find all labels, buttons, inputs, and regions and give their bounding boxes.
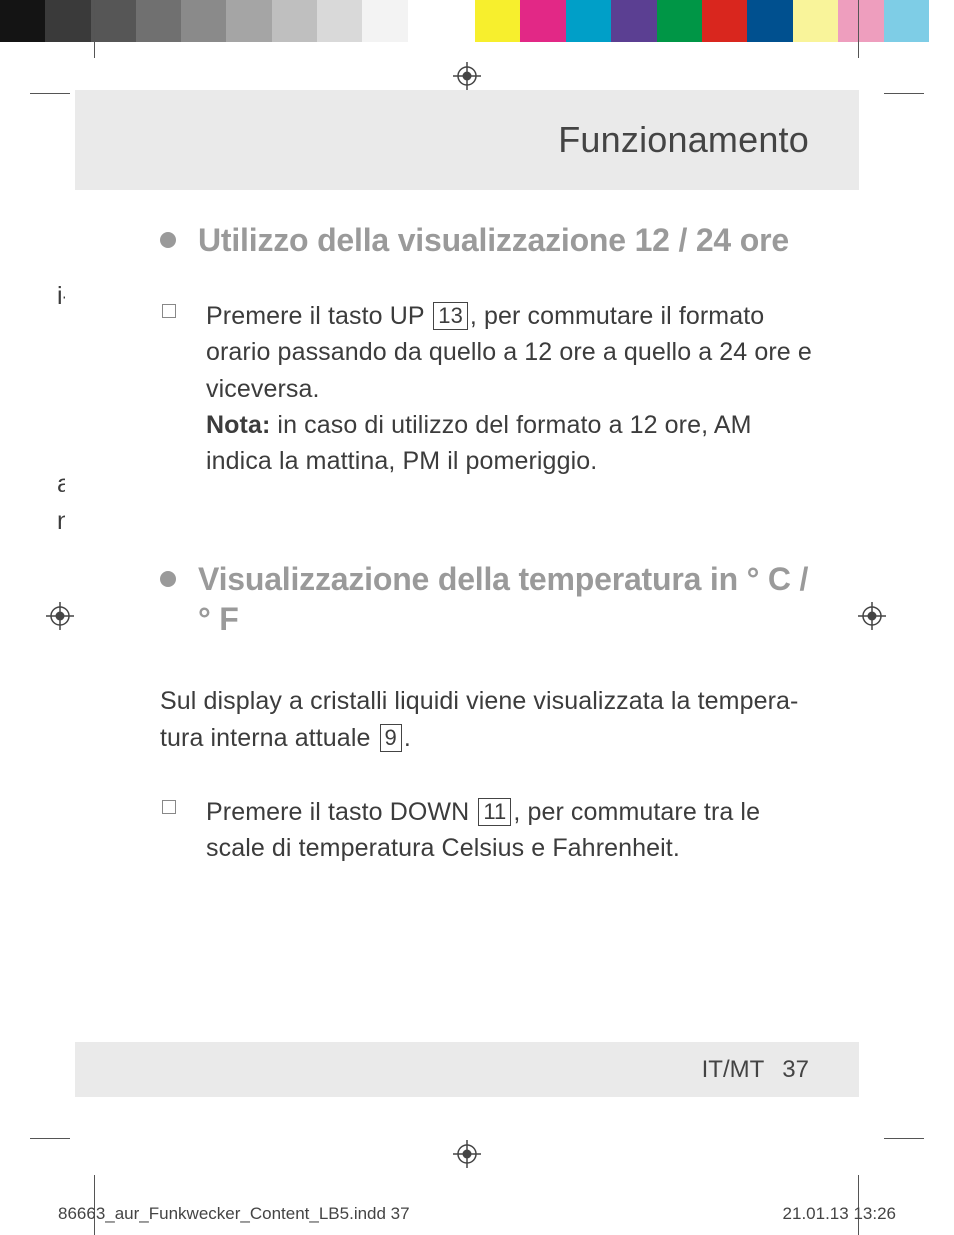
page-content: Utilizzo della visualizzazione 12 / 24 o… bbox=[160, 220, 814, 866]
page-header-title: Funzionamento bbox=[558, 119, 809, 161]
crop-mark bbox=[858, 0, 859, 58]
reference-number: 11 bbox=[478, 798, 511, 826]
paragraph: Sul display a cristalli liquidi viene vi… bbox=[160, 683, 814, 756]
page-footer-band: IT/MT 37 bbox=[75, 1042, 859, 1097]
bullet-icon bbox=[160, 232, 176, 248]
section-heading: Utilizzo della visualizzazione 12 / 24 o… bbox=[198, 220, 789, 260]
checkbox-icon bbox=[162, 800, 176, 814]
text-pre: Premere il tasto DOWN bbox=[206, 798, 476, 826]
note-label: Nota: bbox=[206, 411, 270, 439]
imprint-line: 86663_aur_Funkwecker_Content_LB5.indd 37… bbox=[58, 1204, 896, 1224]
registration-mark-icon bbox=[453, 1140, 481, 1168]
text-post: . bbox=[404, 724, 411, 752]
instruction-item: Premere il tasto DOWN 11, per commutare … bbox=[160, 794, 814, 867]
crop-mark bbox=[884, 1138, 924, 1139]
crop-mark bbox=[884, 93, 924, 94]
reference-number: 9 bbox=[380, 724, 402, 752]
reference-number: 13 bbox=[433, 302, 468, 330]
instruction-text: Premere il tasto DOWN 11, per commutare … bbox=[206, 794, 814, 867]
section-heading-row: Visualizzazione della temperatura in ° C… bbox=[160, 559, 814, 639]
crop-mark bbox=[94, 0, 95, 58]
crop-mark bbox=[30, 93, 70, 94]
instruction-text: Premere il tasto UP 13, per commutare il… bbox=[206, 298, 814, 479]
imprint-file: 86663_aur_Funkwecker_Content_LB5.indd 37 bbox=[58, 1204, 410, 1224]
crop-mark bbox=[30, 1138, 70, 1139]
bleed-text: a bbox=[57, 470, 65, 499]
registration-mark-icon bbox=[453, 62, 481, 90]
gray-swatches bbox=[0, 0, 453, 42]
page-header-band: Funzionamento bbox=[75, 90, 859, 190]
text-pre: Premere il tasto UP bbox=[206, 302, 431, 330]
section-heading: Visualizzazione della temperatura in ° C… bbox=[198, 559, 814, 639]
registration-mark-icon bbox=[858, 602, 886, 630]
text-pre: Sul display a cristalli liquidi viene vi… bbox=[160, 687, 798, 751]
bullet-icon bbox=[160, 571, 176, 587]
instruction-item: Premere il tasto UP 13, per commutare il… bbox=[160, 298, 814, 479]
registration-mark-icon bbox=[46, 602, 74, 630]
footer-language: IT/MT bbox=[702, 1056, 765, 1084]
footer-page-number: 37 bbox=[782, 1056, 809, 1084]
color-calibration-bar bbox=[0, 0, 954, 42]
section-heading-row: Utilizzo della visualizzazione 12 / 24 o… bbox=[160, 220, 814, 260]
color-swatches bbox=[475, 0, 929, 42]
imprint-date: 21.01.13 13:26 bbox=[783, 1204, 896, 1224]
note-text: in caso di utilizzo del formato a 12 ore… bbox=[206, 411, 752, 475]
checkbox-icon bbox=[162, 304, 176, 318]
bleed-text: i- bbox=[57, 282, 65, 311]
bleed-text: n bbox=[57, 507, 65, 536]
